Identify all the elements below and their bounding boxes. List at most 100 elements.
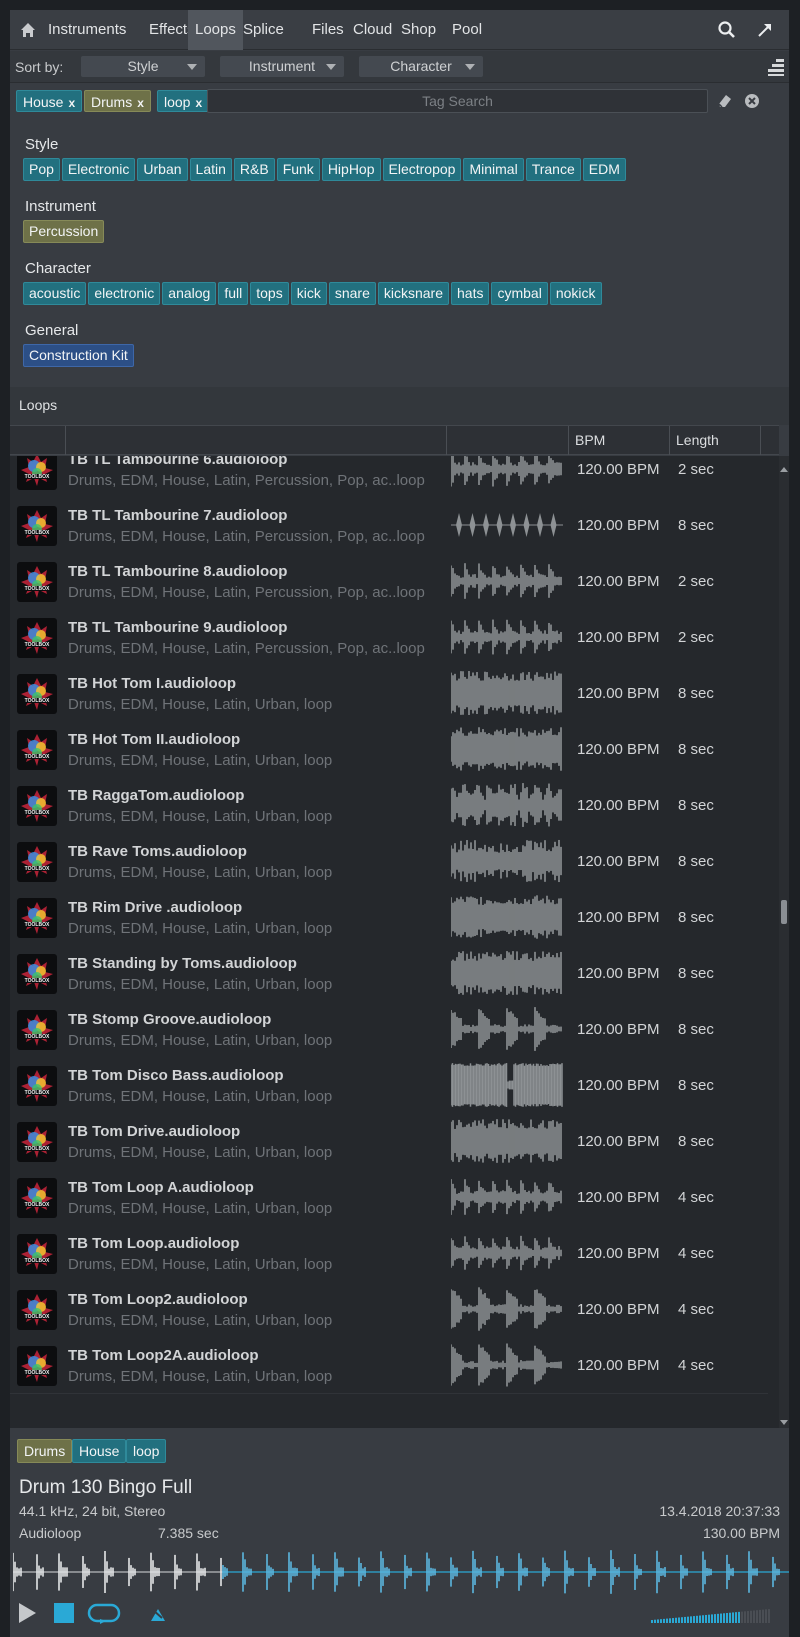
column-icon[interactable] <box>10 426 66 455</box>
tag-analog[interactable]: analog <box>162 282 217 305</box>
tag-group-character: acoustic electronic analog full tops kick snar… <box>23 282 604 306</box>
column-bpm[interactable]: BPM <box>569 426 670 455</box>
loop-name: TB Hot Tom I.audioloop <box>68 675 237 692</box>
tag-percussion[interactable]: Percussion <box>23 220 105 243</box>
loop-name: TB RaggaTom.audioloop <box>68 787 245 804</box>
list-item[interactable]: TOOLBOX TB Tom Loop2.audioloop Drums, EDM… <box>10 1280 768 1338</box>
preview-waveform[interactable] <box>13 1547 789 1597</box>
tab-splice[interactable]: Splice <box>236 10 291 50</box>
column-name[interactable] <box>66 426 447 455</box>
loop-cover-image: TOOLBOX <box>17 1066 57 1106</box>
list-item[interactable]: TOOLBOX TB TL Tambourine 6.audioloop Drum… <box>10 456 768 498</box>
list-item[interactable]: TOOLBOX TB TL Tambourine 8.audioloop Drum… <box>10 552 768 610</box>
svg-text:TOOLBOX: TOOLBOX <box>25 642 50 648</box>
autoplay-icon[interactable] <box>149 1605 167 1626</box>
loop-name: TB Hot Tom II.audioloop <box>68 731 241 748</box>
list-view-icon[interactable] <box>767 57 785 80</box>
tag-kicksnare[interactable]: kicksnare <box>377 282 449 305</box>
loop-waveform <box>451 456 562 487</box>
list-item[interactable]: TOOLBOX TB Tom Loop.audioloop Drums, EDM,… <box>10 1224 768 1282</box>
preview-tag-drums[interactable]: Drums <box>17 1439 73 1463</box>
tag-full[interactable]: full <box>218 282 249 305</box>
tag-funk[interactable]: Funk <box>276 158 320 181</box>
eraser-icon[interactable] <box>716 92 734 113</box>
tag-construction-kit[interactable]: Construction Kit <box>23 344 134 367</box>
list-item[interactable]: TOOLBOX TB Tom Loop2A.audioloop Drums, ED… <box>10 1336 768 1394</box>
sort-character-dropdown[interactable]: Character <box>359 56 483 77</box>
tag-snare[interactable]: snare <box>328 282 376 305</box>
active-tag-house[interactable]: House x <box>16 90 83 112</box>
list-item[interactable]: TOOLBOX TB Tom Drive.audioloop Drums, EDM… <box>10 1112 768 1170</box>
active-tag-drums[interactable]: Drums x <box>84 90 151 112</box>
list-item[interactable]: TOOLBOX TB Hot Tom I.audioloop Drums, EDM… <box>10 664 768 722</box>
loop-waveform <box>451 951 562 995</box>
loop-cover-image: TOOLBOX <box>17 1010 57 1050</box>
search-icon[interactable] <box>717 20 737 43</box>
tab-pool[interactable]: Pool <box>445 10 489 50</box>
preview-tag-house[interactable]: House <box>72 1439 127 1463</box>
list-item[interactable]: TOOLBOX TB RaggaTom.audioloop Drums, EDM,… <box>10 776 768 834</box>
stop-icon[interactable] <box>52 1601 76 1628</box>
svg-text:TOOLBOX: TOOLBOX <box>25 698 50 704</box>
scroll-thumb[interactable] <box>781 900 787 924</box>
tag-electronic[interactable]: electronic <box>88 282 161 305</box>
tag-latin[interactable]: Latin <box>189 158 232 181</box>
list-item[interactable]: TOOLBOX TB Rim Drive .audioloop Drums, ED… <box>10 888 768 946</box>
loop-cover-image: TOOLBOX <box>17 1122 57 1162</box>
tab-instruments[interactable]: Instruments <box>41 10 133 50</box>
tag-group-title-character: Character <box>25 260 91 277</box>
tag-edm[interactable]: EDM <box>582 158 626 181</box>
list-item[interactable]: TOOLBOX TB Tom Loop A.audioloop Drums, ED… <box>10 1168 768 1226</box>
scroll-up-icon[interactable] <box>779 462 789 478</box>
tag-hiphop[interactable]: HipHop <box>321 158 381 181</box>
column-length[interactable]: Length <box>670 426 761 455</box>
tag-acoustic[interactable]: acoustic <box>23 282 87 305</box>
preview-duration: 7.385 sec <box>158 1525 219 1541</box>
volume-icon[interactable] <box>651 1607 775 1626</box>
sort-style-dropdown[interactable]: Style <box>81 56 205 77</box>
tab-shop[interactable]: Shop <box>394 10 443 50</box>
list-item[interactable]: TOOLBOX TB TL Tambourine 7.audioloop Drum… <box>10 496 768 554</box>
tag-pop[interactable]: Pop <box>23 158 60 181</box>
remove-tag-icon: x <box>195 96 203 110</box>
scrollbar[interactable] <box>779 456 789 1428</box>
play-icon[interactable] <box>17 1601 39 1628</box>
expand-icon[interactable] <box>755 20 775 43</box>
clear-icon[interactable] <box>743 92 761 113</box>
list-item[interactable]: TOOLBOX TB Standing by Toms.audioloop Dru… <box>10 944 768 1002</box>
tab-cloud[interactable]: Cloud <box>346 10 399 50</box>
tag-nokick[interactable]: nokick <box>549 282 602 305</box>
tag-electropop[interactable]: Electropop <box>382 158 462 181</box>
tag-minimal[interactable]: Minimal <box>463 158 524 181</box>
loop-bpm: 120.00 BPM <box>577 1357 660 1374</box>
loop-name: TB Tom Loop.audioloop <box>68 1235 240 1252</box>
tag-cymbal[interactable]: cymbal <box>491 282 548 305</box>
tag-urban[interactable]: Urban <box>137 158 188 181</box>
scroll-down-icon[interactable] <box>779 1414 789 1430</box>
tag-trance[interactable]: Trance <box>525 158 581 181</box>
tab-files[interactable]: Files <box>305 10 351 50</box>
active-tag-loop[interactable]: loop x <box>157 90 210 112</box>
tag-search-input[interactable]: Tag Search <box>207 89 708 113</box>
list-item[interactable]: TOOLBOX TB Hot Tom II.audioloop Drums, ED… <box>10 720 768 778</box>
tag-hats[interactable]: hats <box>451 282 490 305</box>
home-icon[interactable] <box>14 16 42 44</box>
tab-loops[interactable]: Loops <box>188 10 243 50</box>
loop-length: 8 sec <box>678 685 714 702</box>
loop-icon[interactable] <box>86 1601 122 1628</box>
list-item[interactable]: TOOLBOX TB Stomp Groove.audioloop Drums, … <box>10 1000 768 1058</box>
loop-cover-image: TOOLBOX <box>17 842 57 882</box>
tag-group-instrument: Percussion <box>23 220 106 244</box>
tag-group-title-style: Style <box>25 136 59 153</box>
tag-tops[interactable]: tops <box>250 282 289 305</box>
list-item[interactable]: TOOLBOX TB Rave Toms.audioloop Drums, EDM… <box>10 832 768 890</box>
loop-bpm: 120.00 BPM <box>577 1077 660 1094</box>
list-item[interactable]: TOOLBOX TB TL Tambourine 9.audioloop Drum… <box>10 608 768 666</box>
sort-instrument-dropdown[interactable]: Instrument <box>220 56 344 77</box>
preview-tag-loop[interactable]: loop <box>126 1439 167 1463</box>
tag-kick[interactable]: kick <box>290 282 327 305</box>
column-waveform[interactable] <box>447 426 569 455</box>
tag-electronic[interactable]: Electronic <box>61 158 136 181</box>
tag-r-b[interactable]: R&B <box>233 158 275 181</box>
list-item[interactable]: TOOLBOX TB Tom Disco Bass.audioloop Drums… <box>10 1056 768 1114</box>
